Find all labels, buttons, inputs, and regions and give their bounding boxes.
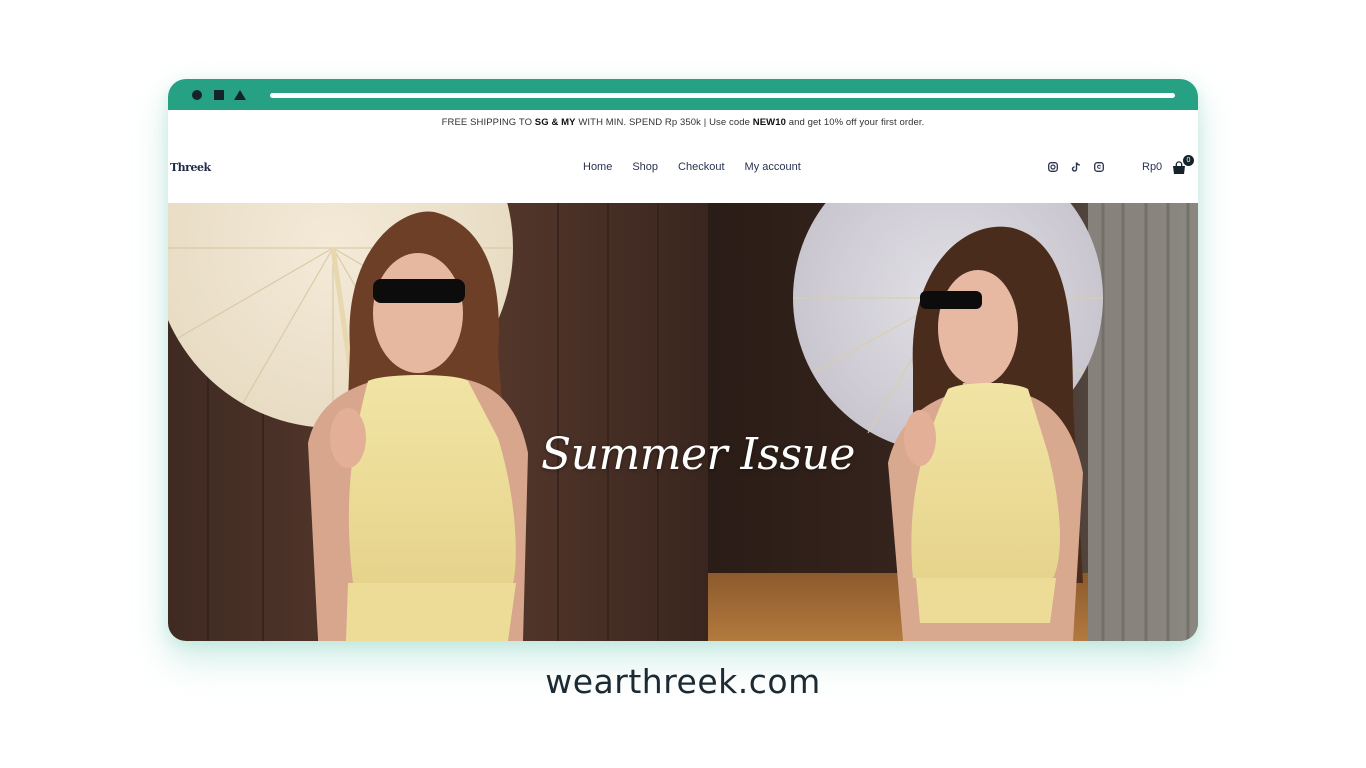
circle-icon bbox=[192, 90, 202, 100]
hero-banner[interactable]: Summer Issue bbox=[168, 203, 1198, 641]
instagram-icon[interactable] bbox=[1048, 162, 1058, 172]
hero-title: Summer Issue bbox=[541, 429, 855, 480]
site-header: Threek Home Shop Checkout My account Rp0… bbox=[168, 151, 1198, 187]
hero-photo bbox=[168, 203, 1198, 641]
cart-count-badge: 0 bbox=[1183, 155, 1194, 166]
address-bar[interactable] bbox=[270, 93, 1175, 98]
triangle-icon bbox=[234, 90, 246, 100]
announcement-text: and get 10% off your first order. bbox=[785, 117, 925, 128]
browser-chrome-bar bbox=[168, 79, 1198, 110]
announcement-bar: FREE SHIPPING TO SG & MY WITH MIN. SPEND… bbox=[168, 117, 1198, 128]
announcement-text: WITH MIN. SPEND Rp 350k | Use code bbox=[575, 117, 753, 128]
slide: FREE SHIPPING TO SG & MY WITH MIN. SPEND… bbox=[0, 0, 1366, 768]
browser-window: FREE SHIPPING TO SG & MY WITH MIN. SPEND… bbox=[168, 79, 1198, 641]
threads-icon[interactable] bbox=[1094, 162, 1104, 172]
tiktok-icon[interactable] bbox=[1071, 162, 1081, 172]
website-domain-caption: wearthreek.com bbox=[545, 662, 821, 701]
square-icon bbox=[214, 90, 224, 100]
social-links bbox=[1048, 162, 1104, 172]
announcement-region: SG & MY bbox=[534, 117, 576, 128]
nav-shop[interactable]: Shop bbox=[632, 161, 658, 173]
announcement-code: NEW10 bbox=[752, 117, 786, 128]
nav-checkout[interactable]: Checkout bbox=[678, 161, 724, 173]
main-nav: Home Shop Checkout My account bbox=[583, 161, 801, 173]
nav-my-account[interactable]: My account bbox=[745, 161, 801, 173]
announcement-text: FREE SHIPPING TO bbox=[441, 117, 535, 128]
nav-home[interactable]: Home bbox=[583, 161, 612, 173]
brand-logo[interactable]: Threek bbox=[170, 161, 211, 174]
cart-total[interactable]: Rp0 bbox=[1142, 161, 1162, 173]
